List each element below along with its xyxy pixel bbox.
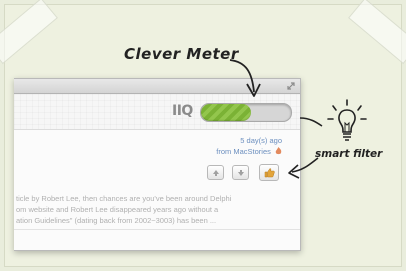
item-meta: 5 day(s) ago from MacStories xyxy=(216,135,282,157)
vote-up-button[interactable] xyxy=(207,165,224,180)
item-source[interactable]: from MacStories xyxy=(216,147,271,156)
thumbs-up-icon xyxy=(264,167,275,177)
iq-label: IIQ xyxy=(172,103,193,119)
clever-meter-caption: Clever Meter xyxy=(124,45,239,63)
item-age: 5 day(s) ago xyxy=(240,136,282,145)
resize-icon[interactable] xyxy=(286,81,296,91)
like-button[interactable] xyxy=(259,164,279,181)
item-source-row: from MacStories xyxy=(216,146,282,157)
item-divider xyxy=(14,229,300,230)
snippet-line-1: ticle by Robert Lee, then chances are yo… xyxy=(16,194,232,203)
light-bulb-icon xyxy=(327,99,367,141)
clever-meter-fill xyxy=(201,104,251,121)
snippet-line-2: om website and Robert Lee disappeared ye… xyxy=(16,205,219,214)
snippet-line-3: ation Guidelines" (dating back from 2002… xyxy=(16,216,217,225)
toolbar: IIQ xyxy=(14,94,300,130)
arrow-down-icon xyxy=(237,169,244,176)
flame-icon xyxy=(275,147,282,155)
item-snippet: ticle by Robert Lee, then chances are yo… xyxy=(16,193,286,226)
app-window: IIQ 5 day(s) ago from MacStories ticle b… xyxy=(14,78,301,251)
vote-down-button[interactable] xyxy=(232,165,249,180)
smart-filter-caption: smart filter xyxy=(315,148,383,160)
arrow-up-icon xyxy=(212,169,219,176)
title-bar[interactable] xyxy=(14,79,300,94)
clever-meter[interactable] xyxy=(200,103,292,122)
